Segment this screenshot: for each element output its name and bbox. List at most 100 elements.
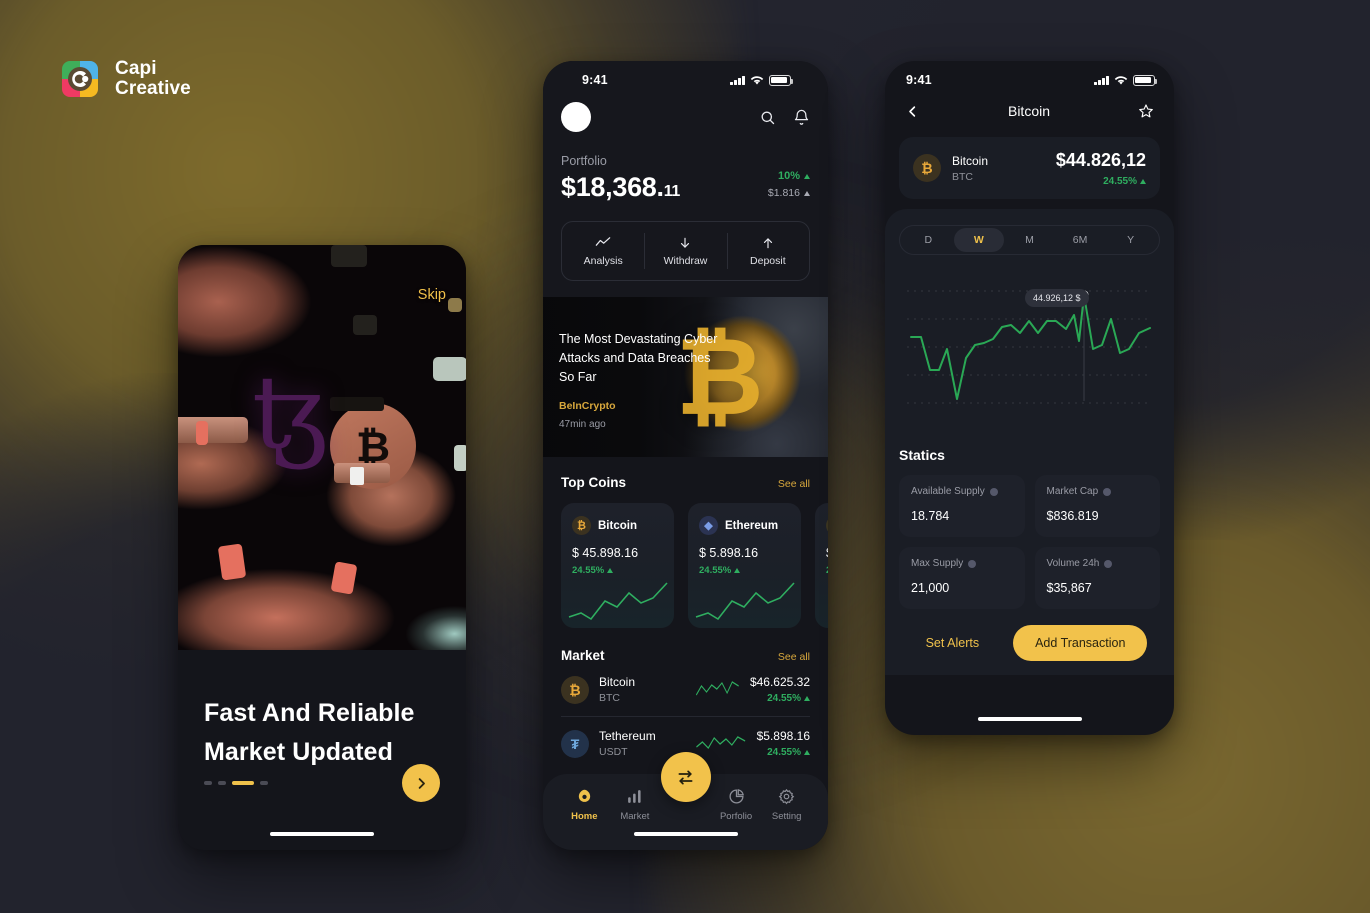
top-coins-title: Top Coins [561, 475, 626, 490]
home-indicator [977, 716, 1082, 721]
battery-icon [1133, 74, 1158, 86]
tab-home[interactable]: Home [559, 787, 610, 822]
time-range-selector[interactable]: D W M 6M Y [899, 225, 1160, 255]
onboarding-title: Fast And Reliable Market Updated [204, 694, 440, 772]
binance-icon: ◈ [826, 516, 828, 535]
hero-chip [330, 561, 358, 595]
coin-name: Bitcoin [952, 153, 989, 168]
range-d[interactable]: D [903, 228, 954, 252]
brand-name: Capi Creative [115, 58, 191, 100]
onboarding-pagination[interactable] [204, 781, 268, 785]
tab-label: Market [620, 811, 650, 822]
info-icon[interactable] [968, 559, 977, 568]
range-w[interactable]: W [953, 228, 1005, 252]
stat-label-row: Max Supply [911, 558, 1013, 569]
next-button[interactable] [402, 764, 440, 802]
pagination-dot[interactable] [204, 781, 212, 785]
coin-card-bitcoin[interactable]: ₿ Bitcoin $ 45.898.16 24.55% [561, 503, 674, 628]
set-alerts-button[interactable]: Set Alerts [912, 626, 994, 660]
coin-sparkline-chart [568, 582, 668, 621]
tab-porfolio[interactable]: Porfolio [711, 787, 762, 822]
news-card[interactable]: ₿ The Most Devastating Cyber Attacks and… [543, 297, 828, 457]
market-title: Market [561, 648, 605, 663]
portfolio-balance: $18,368.11 [561, 172, 680, 203]
status-icons [1094, 74, 1158, 86]
notification-bell-icon[interactable] [793, 109, 810, 126]
stat-label-row: Available Supply [911, 486, 1013, 497]
stat-label: Available Supply [911, 486, 985, 497]
arrow-up-icon [804, 173, 810, 179]
stat-value: 18.784 [911, 509, 950, 523]
price-chart[interactable]: 44.926,12 $ [899, 271, 1160, 433]
stat-label: Market Cap [1046, 486, 1099, 497]
swap-arrows-icon [678, 770, 693, 784]
hero-chip [433, 357, 466, 381]
market-coin-change: 24.55% [750, 693, 810, 704]
stat-label-row: Volume 24h [1047, 558, 1149, 569]
chevron-right-icon [418, 777, 425, 789]
home-indicator [633, 831, 738, 836]
quick-action-deposit[interactable]: Deposit [726, 222, 809, 280]
stat-card-available-supply: Available Supply 18.784 [899, 475, 1025, 537]
favorite-button[interactable] [1138, 103, 1154, 119]
brand-logo: Capi Creative [58, 57, 191, 101]
avatar[interactable] [561, 102, 591, 132]
stat-card-market-cap: Market Cap $836.819 [1034, 475, 1160, 537]
phone-home-screen: 9:41 Portfolio $18,368.11 10% $1.816 Ana… [543, 61, 828, 850]
bottom-tab-bar: Home Market Porfolio Setting [543, 752, 828, 850]
arrow-up-icon [804, 750, 810, 755]
portfolio-label: Portfolio [561, 154, 607, 168]
market-coin-name: Tethereum [599, 729, 656, 743]
coin-price: $ 1.898.16 [826, 546, 828, 560]
coin-card-ethereum[interactable]: ◆ Ethereum $ 5.898.16 24.55% [688, 503, 801, 628]
range-y[interactable]: Y [1105, 228, 1156, 252]
hero-chip [448, 298, 462, 312]
chevron-left-icon [909, 105, 916, 117]
skip-button[interactable]: Skip [418, 287, 446, 303]
stat-label-row: Market Cap [1047, 486, 1149, 497]
wifi-icon [750, 75, 764, 85]
bar-chart-icon [626, 787, 643, 805]
search-icon[interactable] [759, 109, 776, 126]
range-m[interactable]: M [1004, 228, 1055, 252]
range-6m[interactable]: 6M [1055, 228, 1106, 252]
pagination-dot[interactable] [218, 781, 226, 785]
tab-market[interactable]: Market [610, 787, 661, 822]
home-indicator [270, 831, 374, 836]
market-row-bitcoin[interactable]: ₿ Bitcoin BTC $46.625.32 24.55% [543, 663, 828, 704]
tezos-logo-icon: ꜩ [252, 354, 328, 471]
back-button[interactable] [905, 104, 920, 119]
market-sparkline-chart [696, 735, 746, 749]
pagination-dot[interactable] [260, 781, 268, 785]
market-see-all[interactable]: See all [778, 651, 810, 663]
quick-action-analysis[interactable]: Analysis [562, 222, 644, 280]
info-icon[interactable] [1104, 559, 1113, 568]
status-time: 9:41 [582, 73, 608, 87]
portfolio-change: 10% $1.816 [768, 170, 810, 203]
onboarding-hero-image: Skip ₿ ꜩ [178, 245, 466, 650]
top-coins-header: Top Coins See all [543, 457, 828, 490]
hero-chip [353, 315, 377, 335]
quick-action-withdraw[interactable]: Withdraw [644, 222, 726, 280]
info-icon[interactable] [989, 487, 998, 496]
portfolio-change-percent: 10% [777, 170, 800, 182]
arrow-up-icon [1140, 178, 1146, 184]
status-icons [730, 74, 794, 86]
tab-setting[interactable]: Setting [761, 787, 812, 822]
top-coins-see-all[interactable]: See all [778, 478, 810, 490]
top-coins-carousel[interactable]: ₿ Bitcoin $ 45.898.16 24.55% ◆ Ethereum … [543, 490, 828, 628]
info-icon[interactable] [1103, 487, 1112, 496]
tab-label: Home [571, 811, 598, 822]
hero-chip [217, 543, 247, 581]
swap-button[interactable] [660, 752, 711, 802]
news-title: The Most Devastating Cyber Attacks and D… [559, 332, 718, 384]
pagination-dot-active[interactable] [232, 781, 254, 785]
quick-actions: Analysis Withdraw Deposit [561, 221, 810, 281]
coin-card-binance[interactable]: ◈ Binance $ 1.898.16 24.55% [815, 503, 828, 628]
arrow-up-icon [804, 696, 810, 701]
quick-action-label: Withdraw [663, 255, 708, 267]
add-transaction-button[interactable]: Add Transaction [1013, 625, 1148, 661]
page-title: Bitcoin [1007, 103, 1051, 119]
tether-icon: ₮ [561, 729, 589, 758]
portfolio-change-amount-row: $1.816 [768, 187, 810, 199]
